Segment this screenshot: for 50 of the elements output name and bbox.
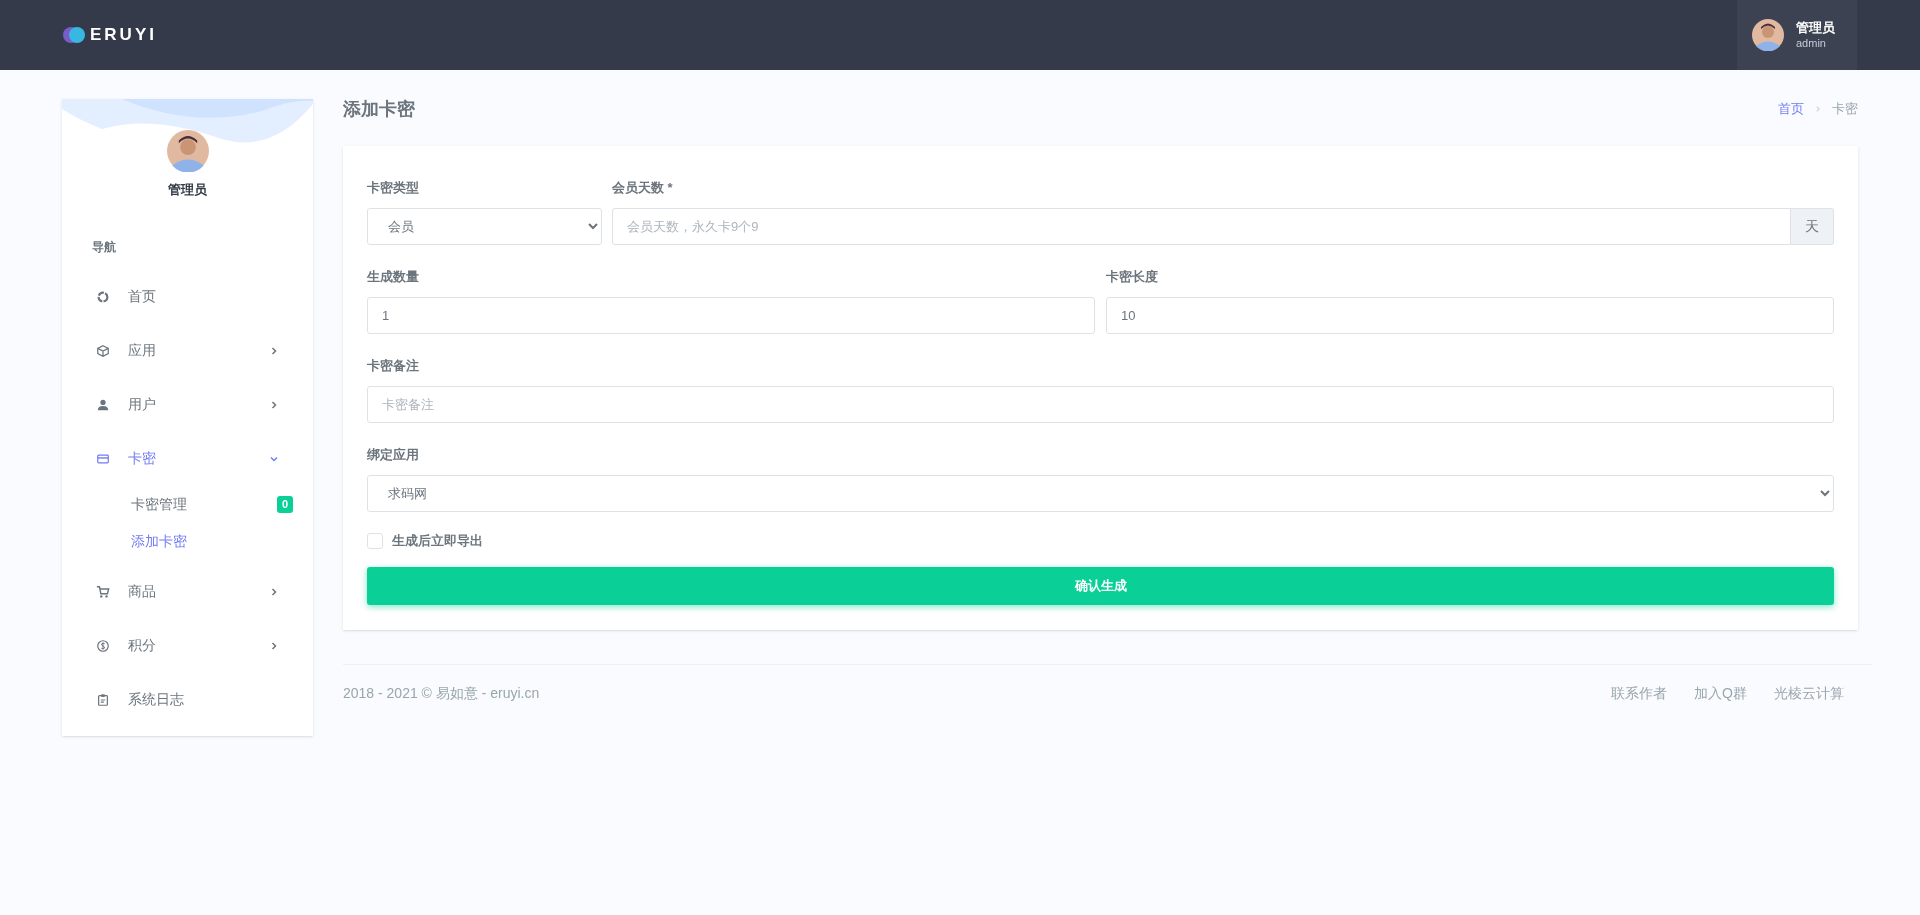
count-badge: 0 (276, 495, 293, 513)
card-icon (96, 451, 110, 466)
submenu-item[interactable]: 卡密管理 (131, 493, 277, 515)
field-label: 会员天数 * (612, 179, 674, 197)
app-select[interactable]: 求码网 (367, 475, 1834, 512)
member-days-field[interactable]: 会员天数，永久卡9个9 (612, 208, 1791, 245)
field-label: 卡密备注 (367, 357, 419, 375)
logo-text: ERUYI (90, 24, 157, 47)
user-role: admin (1796, 36, 1827, 51)
nav-item[interactable]: 商品 (62, 564, 313, 619)
nav-item[interactable]: 应用 (62, 323, 313, 378)
nav-item[interactable]: 用户 (62, 377, 313, 432)
user-menu[interactable]: 管理员 admin (1737, 0, 1857, 70)
breadcrumb-link[interactable]: 卡密 (1832, 99, 1858, 119)
field-label: 绑定应用 (367, 446, 419, 464)
page-title: 添加卡密 (343, 97, 415, 121)
export-checkbox[interactable] (367, 532, 383, 549)
avatar-icon (166, 130, 209, 172)
clipboard-icon (96, 692, 110, 707)
user-name: 管理员 (1796, 19, 1835, 36)
cart-icon (96, 584, 110, 599)
field-label: 卡密类型 (367, 179, 420, 197)
breadcrumb-link[interactable]: 首页 (1778, 99, 1804, 119)
chevron-right-icon (269, 640, 279, 651)
nav-item[interactable]: 卡密 (62, 431, 313, 486)
nav-item[interactable]: 首页 (62, 269, 313, 324)
checkbox-label: 生成后立即导出 (392, 532, 483, 550)
chevron-right-icon (269, 399, 279, 410)
chevron-right-icon (269, 345, 279, 356)
cube-icon (96, 343, 110, 358)
count-field[interactable]: 1 (367, 297, 1095, 334)
logo-icon (62, 26, 86, 44)
card-type-select[interactable]: 会员 (367, 208, 602, 245)
submenu-item[interactable]: 添加卡密 (131, 530, 293, 552)
chevron-right-icon (269, 586, 279, 597)
copyright-text: 2018 - 2021 © 易如意 - eruyi.cn (343, 684, 540, 703)
chevron-right-icon (1814, 105, 1822, 113)
note-field[interactable]: 卡密备注 (367, 386, 1834, 423)
days-addon: 天 (1791, 208, 1834, 245)
pie-chart-icon (96, 289, 110, 304)
field-label: 生成数量 (367, 268, 420, 286)
coin-icon (96, 638, 110, 653)
avatar-icon (1752, 19, 1784, 51)
section-title: 导航 (92, 238, 116, 256)
nav-item[interactable]: 积分 (62, 618, 313, 673)
field-label: 卡密长度 (1106, 268, 1159, 286)
profile-name: 管理员 (168, 181, 207, 199)
nav-item[interactable]: 系统日志 (62, 672, 313, 727)
user-icon (96, 397, 110, 412)
length-field[interactable]: 10 (1106, 297, 1834, 334)
